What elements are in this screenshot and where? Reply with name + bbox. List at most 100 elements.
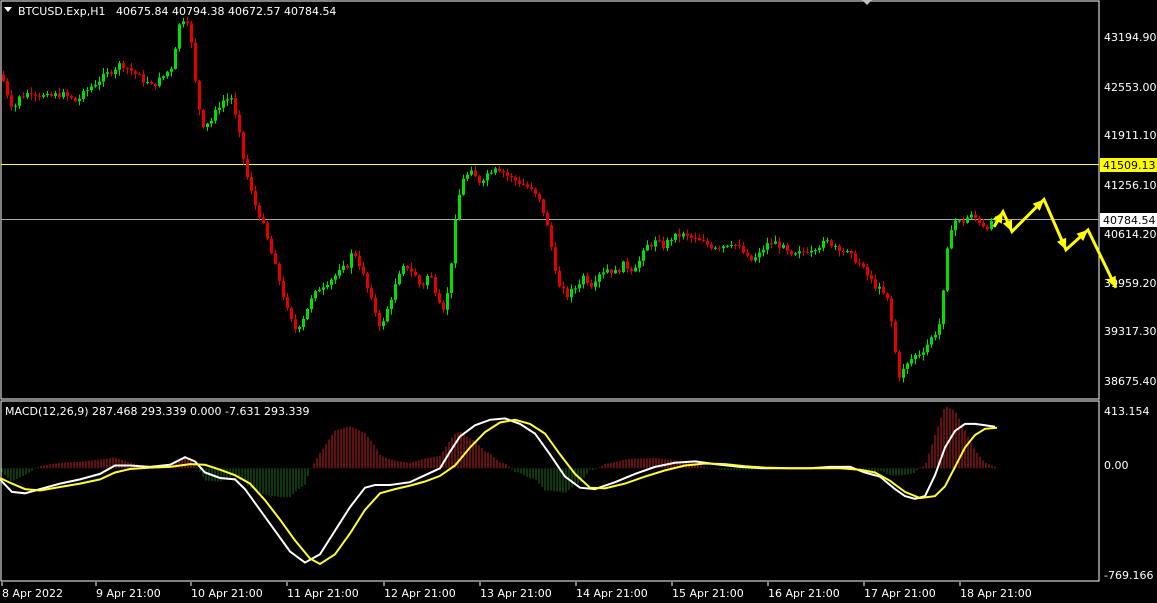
candle-body xyxy=(146,81,149,83)
candle-body xyxy=(358,256,361,267)
candle-body xyxy=(678,233,681,237)
macd-tick-label: -769.166 xyxy=(1104,569,1153,582)
candle-body xyxy=(674,233,677,241)
candle-body xyxy=(78,98,81,102)
candle-body xyxy=(618,270,621,273)
candle-body xyxy=(458,194,461,220)
candle-body xyxy=(382,321,385,327)
candle-body xyxy=(794,253,797,255)
candle-body xyxy=(546,213,549,226)
candle-body xyxy=(434,277,437,294)
x-tick-label: 14 Apr 21:00 xyxy=(576,587,648,600)
candle-body xyxy=(754,257,757,261)
candle-body xyxy=(338,269,341,276)
candle-body xyxy=(6,81,9,96)
candle-body xyxy=(670,240,673,242)
ohlc-readout: 40675.84 40794.38 40672.57 40784.54 xyxy=(116,5,336,18)
candle-body xyxy=(354,253,357,257)
candle-body xyxy=(610,269,613,274)
candle-body xyxy=(386,308,389,322)
y-tick-label: 42553.00 xyxy=(1104,81,1157,94)
candle-body xyxy=(310,298,313,309)
candle-body xyxy=(190,23,193,43)
candle-body xyxy=(890,298,893,322)
candle-body xyxy=(526,184,529,187)
candle-body xyxy=(298,327,301,330)
candle-body xyxy=(846,250,849,252)
candle-body xyxy=(26,93,29,98)
candle-body xyxy=(986,226,989,230)
candle-body xyxy=(658,240,661,242)
candle-body xyxy=(886,293,889,299)
symbol-header: BTCUSD.Exp,H1 xyxy=(18,5,106,18)
candle-body xyxy=(726,245,729,247)
projection-path xyxy=(992,196,1118,289)
candle-body xyxy=(830,240,833,247)
candle-body xyxy=(198,80,201,110)
candle-body xyxy=(426,275,429,286)
candle-body xyxy=(694,237,697,239)
candle-body xyxy=(494,168,497,173)
candle-body xyxy=(982,223,985,227)
candle-body xyxy=(970,214,973,218)
candle-body xyxy=(122,63,125,69)
candle-body xyxy=(686,233,689,236)
candle-body xyxy=(418,275,421,285)
candle-body xyxy=(946,248,949,291)
candle-body xyxy=(706,240,709,245)
candle-body xyxy=(242,132,245,159)
candle-body xyxy=(378,312,381,327)
candle-body xyxy=(814,250,817,252)
dropdown-triangle-icon[interactable] xyxy=(4,7,12,12)
candle-body xyxy=(162,76,165,78)
candle-body xyxy=(62,92,65,98)
candle-body xyxy=(478,176,481,183)
x-tick-label: 13 Apr 21:00 xyxy=(480,587,552,600)
projection-arrows[interactable] xyxy=(992,196,1118,289)
candle-body xyxy=(842,250,845,252)
candle-body xyxy=(742,245,745,253)
candle-body xyxy=(750,255,753,261)
candle-body xyxy=(906,363,909,369)
candle-body xyxy=(734,244,737,246)
candle-body xyxy=(850,250,853,254)
candle-body xyxy=(782,244,785,248)
candle-body xyxy=(810,250,813,253)
candle-body xyxy=(774,241,777,244)
candle-body xyxy=(398,273,401,285)
candle-body xyxy=(502,171,505,173)
x-tick-label: 15 Apr 21:00 xyxy=(672,587,744,600)
candle-body xyxy=(446,292,449,310)
candle-body xyxy=(758,252,761,258)
candle-body xyxy=(286,297,289,308)
candle-body xyxy=(30,93,33,95)
candle-body xyxy=(14,105,17,107)
candle-body xyxy=(18,96,21,106)
candle-body xyxy=(50,93,53,96)
shift-marker-icon[interactable] xyxy=(862,0,872,5)
candle-body xyxy=(570,288,573,298)
candle-body xyxy=(342,265,345,270)
candle-body xyxy=(470,170,473,175)
y-tick-label: 41911.10 xyxy=(1104,129,1157,142)
candle-body xyxy=(582,275,585,285)
candle-body xyxy=(614,270,617,274)
candle-body xyxy=(518,180,521,184)
candle-body xyxy=(462,178,465,195)
candle-body xyxy=(334,275,337,280)
candle-body xyxy=(158,77,161,86)
candle-body xyxy=(274,253,277,264)
candle-body xyxy=(798,251,801,254)
y-tick-label: 43194.90 xyxy=(1104,31,1157,44)
candle-body xyxy=(182,21,185,25)
candle-body xyxy=(266,222,269,239)
candle-body xyxy=(278,263,281,281)
candle-body xyxy=(430,275,433,278)
candle-body xyxy=(106,72,109,74)
candle-body xyxy=(910,359,913,364)
x-tick-label: 9 Apr 21:00 xyxy=(96,587,161,600)
candle-body xyxy=(42,95,45,97)
candle-body xyxy=(482,180,485,183)
price-chart[interactable]: BTCUSD.Exp,H1 40675.84 40794.38 40672.57… xyxy=(0,0,1157,603)
candle-body xyxy=(566,288,569,298)
